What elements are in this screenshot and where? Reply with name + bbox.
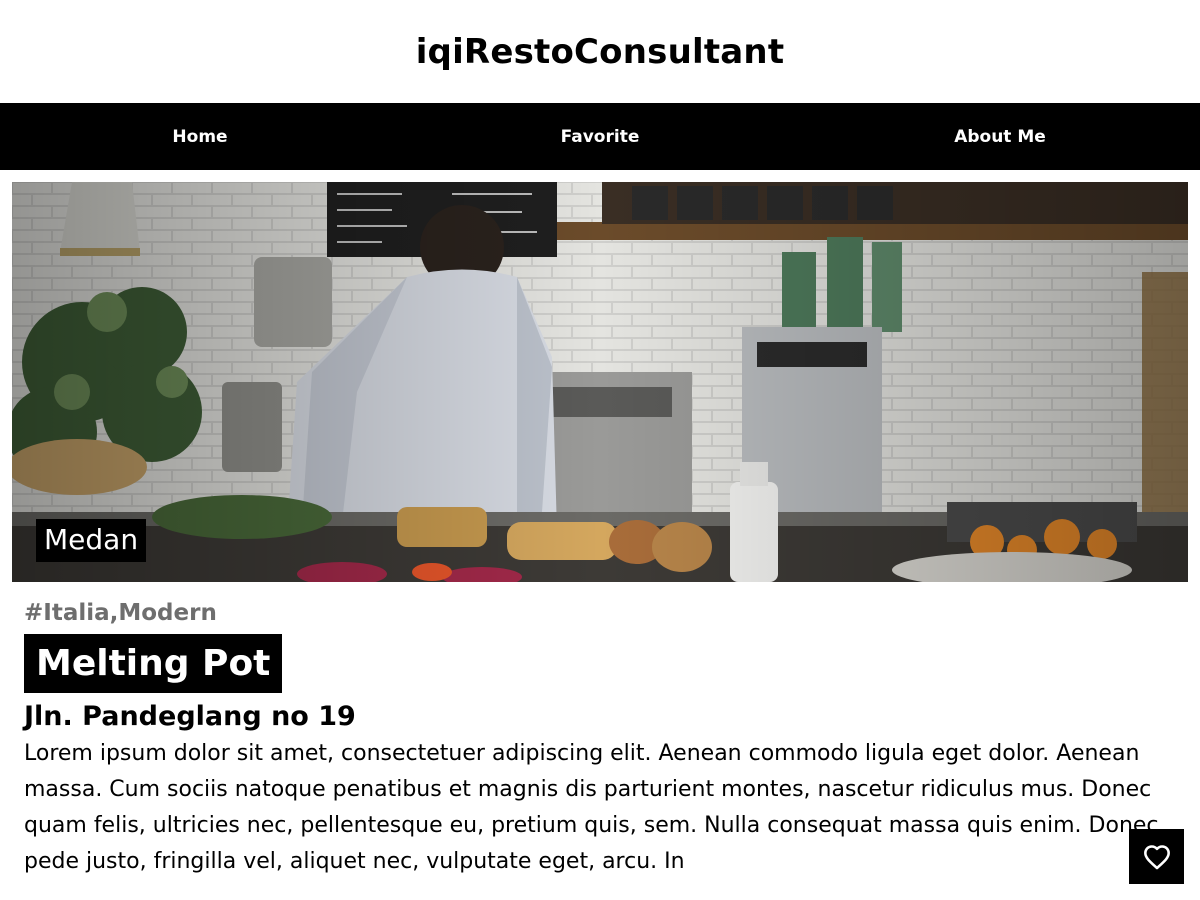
heart-outline-icon (1143, 844, 1170, 869)
main-nav: Home Favorite About Me (0, 103, 1200, 170)
hero-photo (12, 182, 1188, 582)
favorite-button[interactable] (1129, 829, 1184, 884)
site-title: iqiRestoConsultant (415, 31, 785, 72)
nav-home[interactable]: Home (0, 127, 400, 147)
restaurant-tags: #Italia,Modern (24, 600, 217, 626)
restaurant-address: Jln. Pandeglang no 19 (24, 701, 356, 733)
restaurant-detail: #Italia,Modern Melting Pot Jln. Pandegla… (24, 600, 1174, 880)
city-badge: Medan (36, 519, 147, 562)
nav-favorite[interactable]: Favorite (400, 127, 800, 147)
nav-about-me[interactable]: About Me (800, 127, 1200, 147)
restaurant-name: Melting Pot (24, 634, 283, 694)
restaurant-description: Lorem ipsum dolor sit amet, consectetuer… (24, 741, 1159, 875)
restaurant-hero-image: Medan (12, 182, 1188, 582)
site-header: iqiRestoConsultant (0, 0, 1200, 103)
